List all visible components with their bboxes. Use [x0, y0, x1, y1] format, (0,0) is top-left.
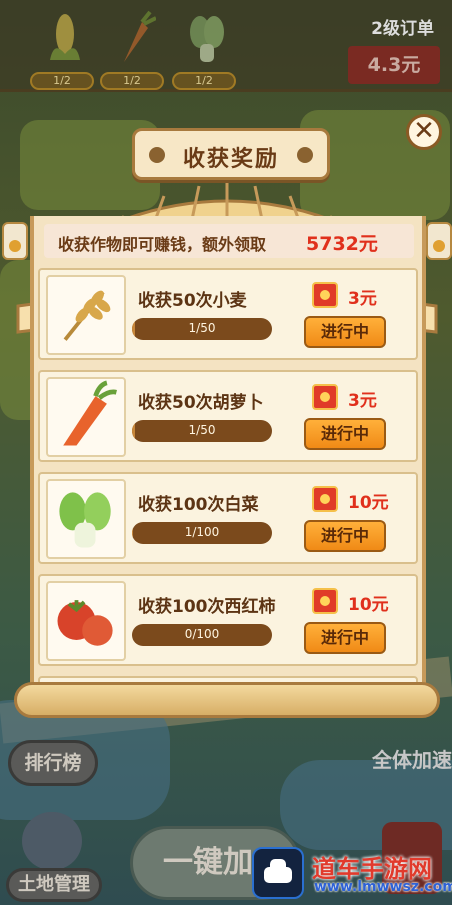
- cabbage-icon: [59, 492, 111, 548]
- land-management-button[interactable]: 土地管理: [6, 868, 102, 902]
- intro-banner: 收获作物即可赚钱，额外领取 5732元: [44, 224, 414, 258]
- red-envelope-icon: [312, 588, 338, 614]
- task-reward: 3元: [348, 289, 377, 309]
- progress-text: 1/50: [188, 321, 216, 335]
- task-name: 收获50次胡萝卜: [138, 393, 264, 413]
- crop-count: 1/2: [100, 72, 164, 90]
- task-in-progress-button[interactable]: 进行中: [304, 418, 386, 450]
- task-row: 收获50次小麦 1/50 3元 进行中: [38, 268, 418, 360]
- car-logo-icon: [252, 847, 304, 899]
- lantern-icon: [2, 216, 28, 272]
- carrot-icon: [124, 10, 156, 62]
- progress-text: 1/50: [188, 423, 216, 437]
- order-price-button[interactable]: 4.3元: [348, 46, 440, 84]
- task-thumbnail: [46, 581, 126, 661]
- task-progress-bar: 1/50: [132, 318, 272, 340]
- task-thumbnail: [46, 479, 126, 559]
- order-crop-corn: 1/2: [30, 8, 100, 90]
- task-in-progress-button[interactable]: 进行中: [304, 520, 386, 552]
- ranking-button[interactable]: 排行榜: [8, 740, 98, 786]
- pavilion-bottom-beam: [14, 682, 440, 718]
- task-row: 收获100次西红柿 0/100 10元 进行中: [38, 574, 418, 666]
- order-bar: 1/2 1/2 1/2 2级订单 4.3元: [0, 0, 452, 92]
- speed-up-all-label[interactable]: 全体加速: [372, 744, 452, 773]
- harvest-reward-modal: 收获奖励 ✕ 收获作物即可赚钱，额外领取 5732元 收获50次小麦 1/50 …: [2, 114, 452, 732]
- watermark-url: www.lmwwsz.com: [314, 879, 452, 895]
- carrot-icon: [63, 380, 117, 446]
- lantern-icon: [426, 216, 452, 272]
- task-progress-bar: 1/100: [132, 522, 272, 544]
- red-envelope-icon: [312, 384, 338, 410]
- task-reward: 10元: [348, 595, 389, 615]
- crop-count: 1/2: [30, 72, 94, 90]
- task-name: 收获50次小麦: [138, 291, 247, 311]
- crop-count: 1/2: [172, 72, 236, 90]
- progress-text: 0/100: [184, 627, 220, 641]
- task-in-progress-button[interactable]: 进行中: [304, 316, 386, 348]
- order-crop-carrot: 1/2: [100, 8, 170, 90]
- modal-title: 收获奖励: [182, 147, 279, 172]
- land-management-icon[interactable]: [22, 812, 82, 870]
- task-thumbnail: [46, 275, 126, 355]
- order-crop-cabbage: 1/2: [172, 8, 242, 90]
- task-panel[interactable]: 收获作物即可赚钱，额外领取 5732元 收获50次小麦 1/50 3元 进行中 …: [30, 216, 426, 696]
- close-button[interactable]: ✕: [406, 114, 442, 150]
- intro-amount: 5732元: [306, 233, 378, 255]
- task-name: 收获100次西红柿: [138, 597, 276, 617]
- red-envelope-icon: [312, 282, 338, 308]
- task-reward: 3元: [348, 391, 377, 411]
- task-progress-bar: 1/50: [132, 420, 272, 442]
- task-reward: 10元: [348, 493, 389, 513]
- corn-icon: [50, 14, 80, 60]
- task-name: 收获100次白菜: [138, 495, 259, 515]
- progress-text: 1/100: [184, 525, 220, 539]
- task-thumbnail: [46, 377, 126, 457]
- task-progress-bar: 0/100: [132, 624, 272, 646]
- tomato-icon: [57, 600, 113, 646]
- site-watermark: 道车手游网 www.lmwwsz.com: [252, 847, 452, 899]
- task-row: 收获50次胡萝卜 1/50 3元 进行中: [38, 370, 418, 462]
- order-level: 2级订单: [371, 19, 434, 39]
- task-row: 收获100次白菜 1/100 10元 进行中: [38, 472, 418, 564]
- wheat-icon: [63, 290, 111, 341]
- intro-text: 收获作物即可赚钱，额外领取: [58, 235, 267, 254]
- modal-title-plaque: 收获奖励: [132, 128, 330, 180]
- cabbage-icon: [190, 16, 224, 62]
- red-envelope-icon: [312, 486, 338, 512]
- task-in-progress-button[interactable]: 进行中: [304, 622, 386, 654]
